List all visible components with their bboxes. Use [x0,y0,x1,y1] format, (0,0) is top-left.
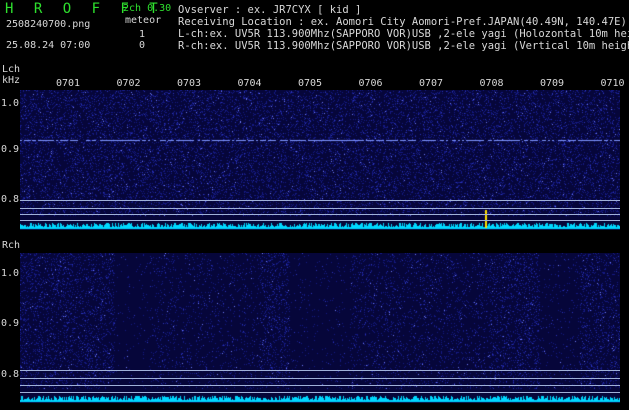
lch-ytick-3: 0.8 [1,194,20,205]
time-tick-0707: 0707 [419,78,444,89]
rch-ytick-2: 0.9 [1,318,20,329]
time-tick-0701: 0701 [56,78,81,89]
lch-label: Lch [2,64,21,75]
observer-text: Ovserver : ex. JR7CYX [ kid ] [178,4,362,16]
lch-guide-line-3 [20,214,620,215]
time-tick-0705: 0705 [298,78,323,89]
time-tick-0703: 0703 [177,78,202,89]
rch-ytick-1: 1.0 [1,268,20,279]
lch-guide-line-4 [20,220,620,221]
time-tick-0710: 0710 [600,78,625,89]
lch-guide-line-1 [20,200,620,201]
filename-label: 2508240700.png [6,19,91,30]
rch-ytick-3: 0.8 [1,369,20,380]
time-tick-0704: 0704 [237,78,262,89]
datetime-label: 25.08.24 07:00 [6,40,91,51]
time-tick-0702: 0702 [116,78,141,89]
rch-guide-line-2 [20,378,620,379]
time-tick-0709: 0709 [540,78,565,89]
rch-spectrogram [20,253,620,403]
rch-guide-line-3 [20,385,620,386]
rch-guide-line-1 [20,370,620,371]
r-channel-text: R-ch:ex. UV5R 113.900Mhz(SAPPORO VOR)USB… [178,40,629,52]
time-tick-0706: 0706 [358,78,383,89]
lch-ytick-2: 0.9 [1,144,20,155]
lch-spectrogram [20,90,620,230]
time-tick-0708: 0708 [479,78,504,89]
rch-label: Rch [2,240,21,251]
location-text: Receiving Location : ex. Aomori City Aom… [178,16,627,28]
khz-unit-label: kHz [2,75,21,86]
lch-guide-line-2 [20,208,620,209]
meteor-label: meteor [125,15,162,26]
meteor-count-l: 1 [139,29,146,40]
channel-label: 2ch 0.30 [123,3,172,14]
rch-guide-line-4 [20,392,620,393]
meteor-count-r: 0 [139,40,146,51]
l-channel-text: L-ch:ex. UV5R 113.900Mhz(SAPPORO VOR)USB… [178,28,629,40]
lch-ytick-1: 1.0 [1,98,20,109]
